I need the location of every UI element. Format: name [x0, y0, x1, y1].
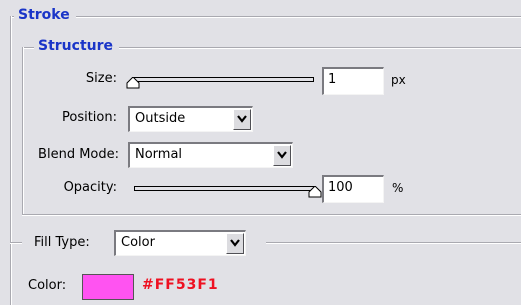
fill-type-select[interactable]: Color	[114, 230, 246, 256]
color-hex-value: #FF53F1	[142, 277, 219, 293]
slider-thumb-icon[interactable]	[126, 77, 140, 89]
structure-group-bottom-border	[22, 214, 521, 216]
chevron-down-icon	[277, 151, 287, 159]
position-select-value: Outside	[135, 111, 186, 126]
size-unit: px	[391, 73, 406, 87]
fill-type-label: Fill Type:	[34, 235, 90, 250]
blend-mode-select[interactable]: Normal	[128, 142, 293, 168]
chevron-down-icon	[230, 239, 240, 247]
blend-mode-select-value: Normal	[135, 147, 183, 162]
opacity-unit: %	[392, 181, 404, 195]
position-dropdown-button[interactable]	[233, 109, 251, 130]
fill-type-dropdown-button[interactable]	[226, 233, 244, 254]
stroke-group-top-border	[10, 16, 521, 18]
size-slider[interactable]	[126, 70, 316, 92]
position-label: Position:	[62, 110, 117, 125]
structure-section-title: Structure	[34, 38, 120, 54]
chevron-down-icon	[237, 115, 247, 123]
stroke-panel: Stroke Structure Size: 1 px Position: Ou…	[0, 0, 521, 305]
color-label: Color:	[28, 278, 67, 293]
stroke-section-title: Stroke	[14, 7, 76, 23]
color-swatch[interactable]	[82, 274, 134, 300]
opacity-slider[interactable]	[132, 179, 322, 201]
slider-thumb-icon[interactable]	[308, 186, 322, 198]
size-label: Size:	[85, 71, 117, 86]
size-slider-track	[132, 77, 314, 82]
stroke-group-left-border	[10, 16, 12, 305]
opacity-slider-track	[134, 186, 316, 191]
opacity-input[interactable]: 100	[322, 175, 384, 203]
position-select[interactable]: Outside	[128, 106, 253, 132]
opacity-label: Opacity:	[63, 180, 117, 195]
blend-mode-dropdown-button[interactable]	[273, 145, 291, 166]
structure-group-left-border	[22, 47, 24, 214]
fill-type-select-value: Color	[121, 235, 155, 250]
blend-mode-label: Blend Mode:	[38, 147, 119, 162]
size-input[interactable]: 1	[322, 67, 384, 95]
